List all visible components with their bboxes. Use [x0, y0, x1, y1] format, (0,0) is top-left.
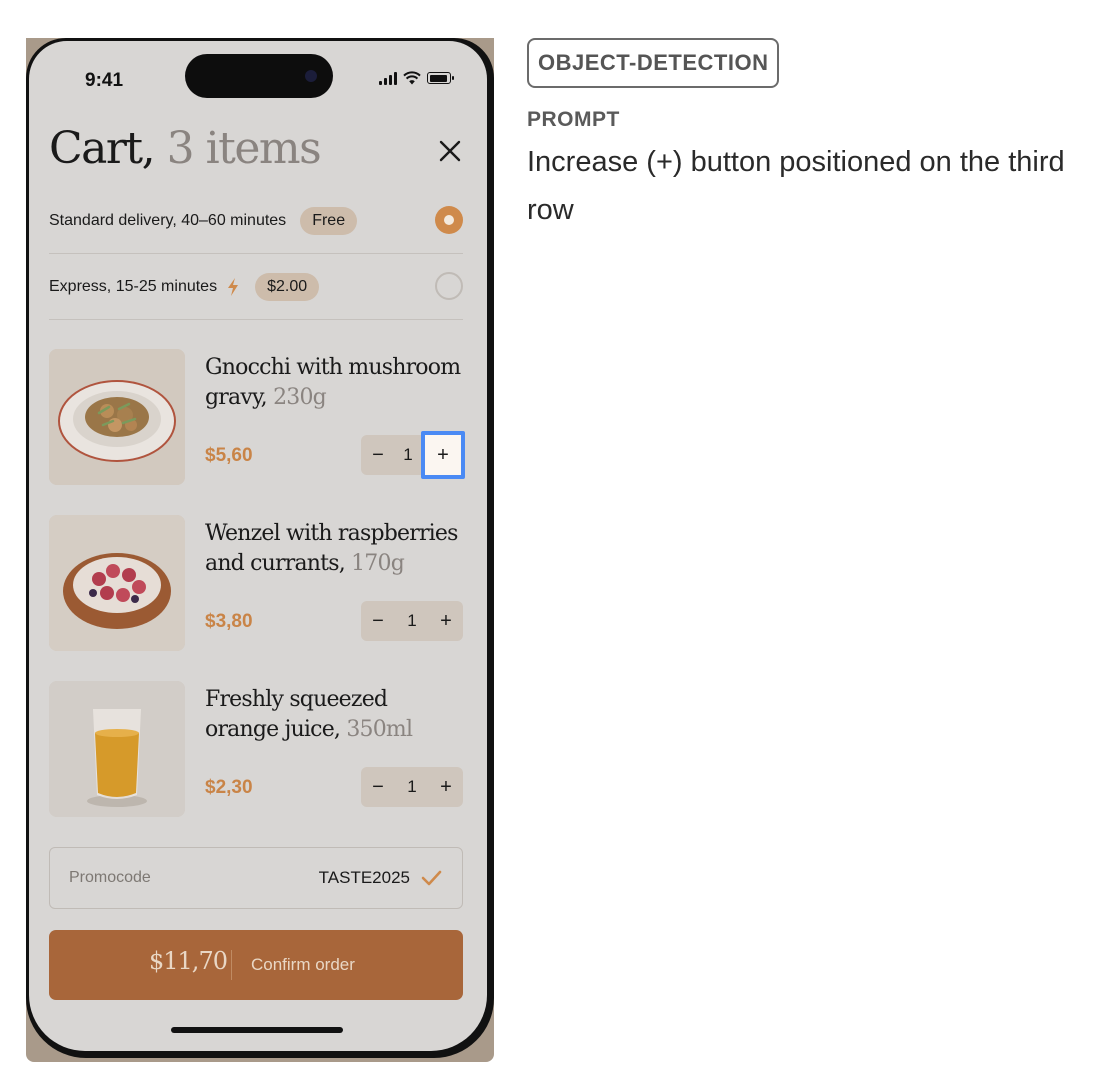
- increase-button[interactable]: +: [429, 601, 463, 641]
- delivery-option-standard[interactable]: Standard delivery, 40–60 minutes Free: [49, 201, 463, 241]
- delivery-label: Express, 15-25 minutes: [49, 278, 218, 295]
- close-button[interactable]: [437, 138, 463, 164]
- radio-unselected[interactable]: [435, 272, 463, 300]
- check-icon: [421, 870, 442, 886]
- quantity-value: 1: [403, 445, 413, 464]
- quantity-stepper: − 1 +: [361, 431, 465, 479]
- title-count: 3 items: [166, 123, 322, 174]
- page-title: Cart, 3 items: [49, 123, 322, 174]
- divider: [49, 253, 463, 254]
- phone-frame: 9:41 Cart, 3 items Standard delivery, 40…: [26, 38, 494, 1062]
- delivery-label: Standard delivery, 40–60 minutes: [49, 212, 287, 229]
- close-icon: [439, 140, 461, 162]
- app-screen: 9:41 Cart, 3 items Standard delivery, 40…: [29, 41, 487, 1051]
- task-tag: OBJECT-DETECTION: [527, 38, 780, 88]
- home-indicator: [171, 1027, 343, 1033]
- delivery-option-express[interactable]: Express, 15-25 minutes $2.00: [49, 267, 463, 307]
- quantity-value: 1: [407, 777, 417, 796]
- prompt-heading: PROMPT: [527, 108, 620, 131]
- battery-icon: [427, 72, 454, 84]
- quantity-stepper: − 1 +: [361, 601, 463, 641]
- radio-selected[interactable]: [435, 206, 463, 234]
- quantity-stepper: − 1 +: [361, 767, 463, 807]
- item-name: Freshly squeezed orange juice, 350ml: [205, 687, 413, 742]
- decrease-button[interactable]: −: [361, 601, 395, 641]
- item-weight: 230g: [273, 385, 327, 410]
- status-time: 9:41: [85, 70, 124, 91]
- signal-icon: [379, 71, 397, 85]
- dynamic-island: [185, 54, 333, 98]
- item-price: $2,30: [205, 777, 253, 798]
- phone-bezel: 9:41 Cart, 3 items Standard delivery, 40…: [26, 38, 494, 1058]
- decrease-button[interactable]: −: [361, 767, 395, 807]
- promocode-value: TASTE2025: [318, 868, 410, 887]
- item-weight: 350ml: [346, 717, 413, 742]
- promocode-field[interactable]: Promocode TASTE2025: [49, 847, 463, 909]
- decrease-button[interactable]: −: [361, 435, 395, 475]
- item-price: $5,60: [205, 445, 253, 466]
- item-price: $3,80: [205, 611, 253, 632]
- item-name: Gnocchi with mushroom gravy, 230g: [205, 355, 461, 410]
- camera-icon: [305, 70, 317, 82]
- status-icons: [379, 71, 454, 85]
- pastry-image: [49, 515, 185, 651]
- price-badge: Free: [300, 207, 358, 235]
- item-weight: 170g: [351, 551, 405, 576]
- divider: [231, 950, 232, 980]
- divider: [49, 319, 463, 320]
- cart-item: Gnocchi with mushroom gravy, 230g $5,60 …: [49, 349, 465, 485]
- gnocchi-image: [49, 349, 185, 485]
- increase-button-highlighted[interactable]: +: [421, 431, 465, 479]
- promocode-label: Promocode: [69, 869, 151, 886]
- title-main: Cart,: [49, 123, 156, 174]
- price-badge: $2.00: [255, 273, 320, 301]
- cart-item: Freshly squeezed orange juice, 350ml $2,…: [49, 681, 463, 817]
- juice-image: [49, 681, 185, 817]
- increase-button[interactable]: +: [429, 767, 463, 807]
- order-total: $11,70: [149, 947, 228, 975]
- bolt-icon: [228, 278, 239, 296]
- prompt-text: Increase (+) button positioned on the th…: [527, 146, 1065, 226]
- item-name: Wenzel with raspberries and currants, 17…: [205, 521, 458, 576]
- confirm-order-button[interactable]: $11,70 Confirm order: [49, 930, 463, 1000]
- confirm-label: Confirm order: [251, 955, 355, 974]
- quantity-value: 1: [407, 611, 417, 630]
- cart-item: Wenzel with raspberries and currants, 17…: [49, 515, 463, 651]
- wifi-icon: [403, 71, 421, 85]
